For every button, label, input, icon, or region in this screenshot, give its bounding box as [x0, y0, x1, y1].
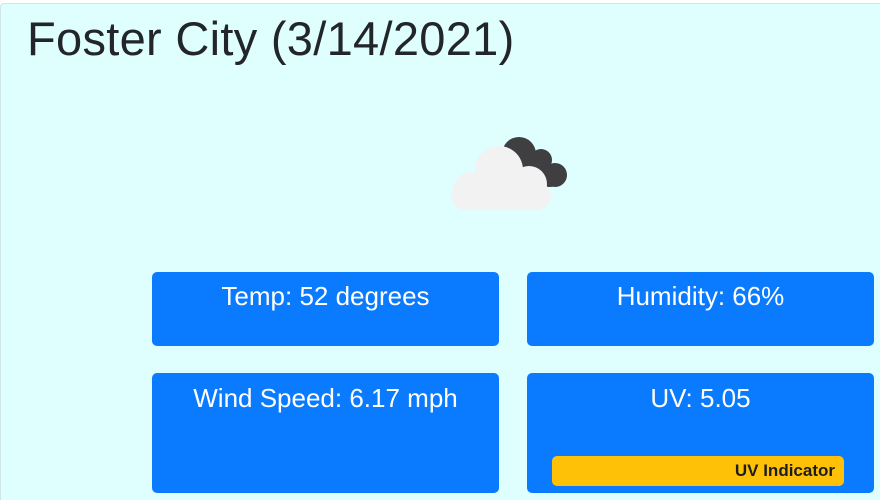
uv-card: UV: 5.05 UV Indicator: [527, 373, 874, 493]
humidity-text: Humidity: 66%: [616, 281, 785, 311]
temp-card: Temp: 52 degrees: [152, 272, 499, 346]
weather-panel: Foster City (3/14/2021) Temp: 52 degrees…: [0, 3, 880, 500]
wind-speed-card: Wind Speed: 6.17 mph: [152, 373, 499, 493]
temp-text: Temp: 52 degrees: [221, 281, 430, 311]
uv-indicator-badge: UV Indicator: [552, 456, 844, 486]
page-title: Foster City (3/14/2021): [27, 12, 515, 65]
wind-speed-text: Wind Speed: 6.17 mph: [193, 383, 458, 413]
cloudy-icon: [451, 137, 567, 210]
uv-indicator-label: UV Indicator: [734, 461, 835, 480]
humidity-card: Humidity: 66%: [527, 272, 874, 346]
uv-text: UV: 5.05: [650, 383, 751, 413]
